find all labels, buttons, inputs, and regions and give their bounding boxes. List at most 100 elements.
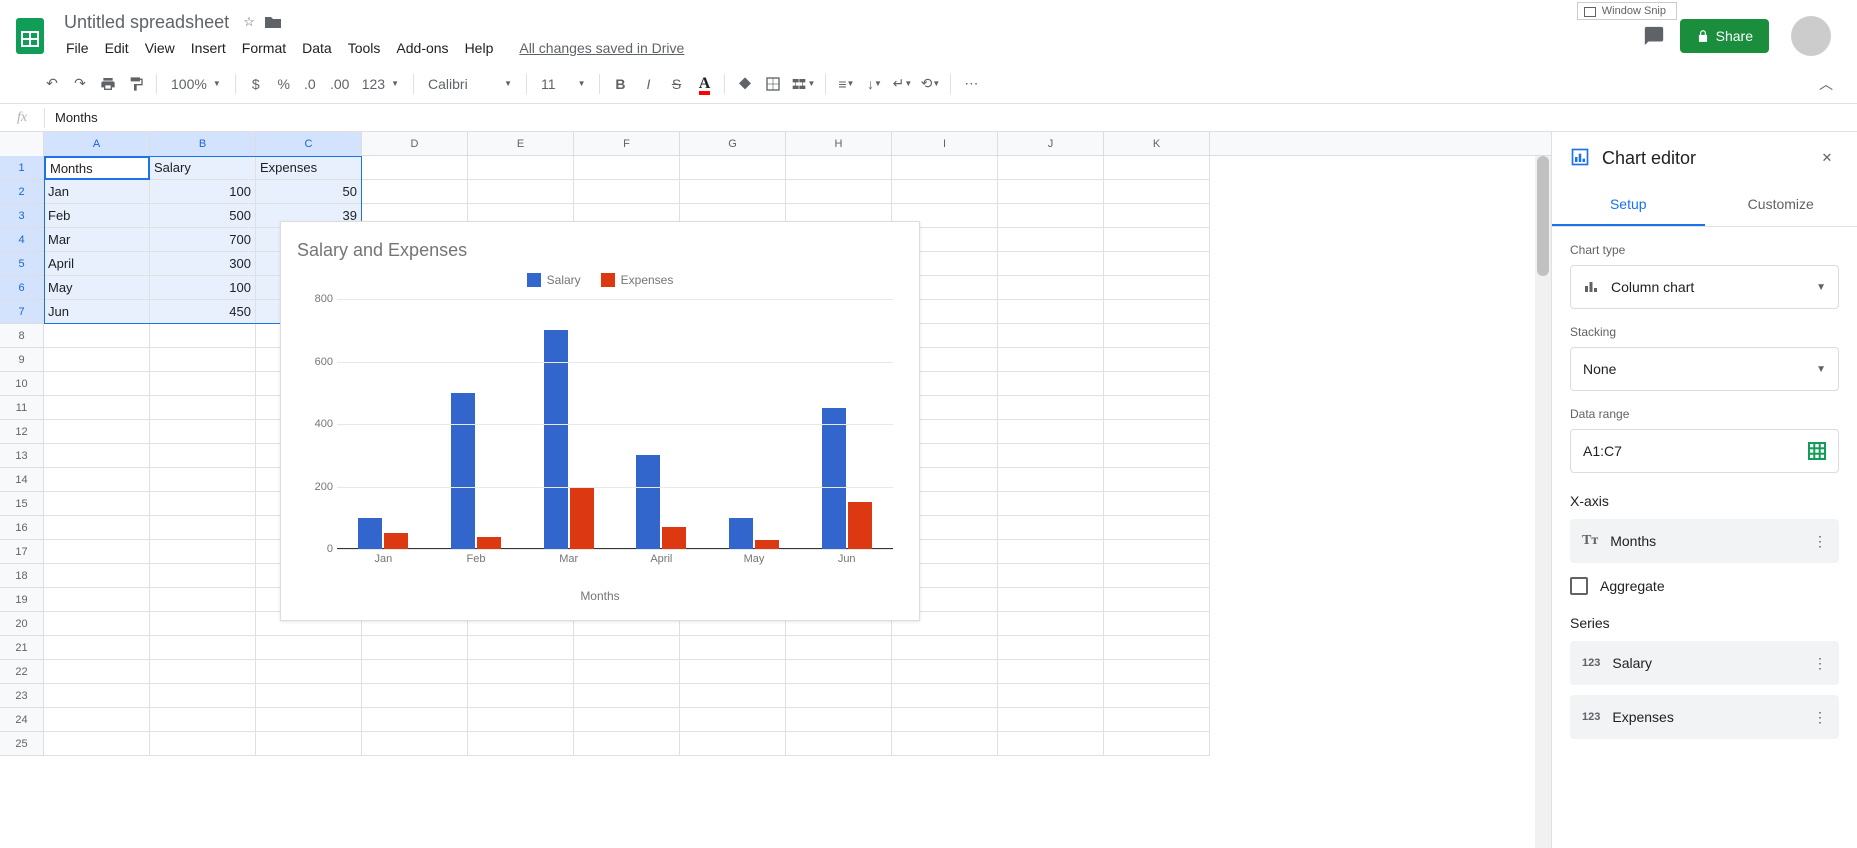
cell[interactable] [998, 228, 1104, 252]
row-header[interactable]: 21 [0, 636, 44, 660]
cell[interactable] [150, 324, 256, 348]
cell[interactable]: May [44, 276, 150, 300]
cell[interactable]: 50 [256, 180, 362, 204]
menu-format[interactable]: Format [234, 36, 294, 60]
row-header[interactable]: 7 [0, 300, 44, 324]
cell[interactable] [150, 564, 256, 588]
cell[interactable] [44, 612, 150, 636]
cell[interactable]: Months [44, 156, 150, 180]
more-options-icon[interactable]: ⋮ [1813, 533, 1827, 550]
cell[interactable] [150, 468, 256, 492]
cell[interactable] [1104, 540, 1210, 564]
cell[interactable] [468, 684, 574, 708]
tab-setup[interactable]: Setup [1552, 184, 1705, 226]
cell[interactable] [150, 348, 256, 372]
paint-format-button[interactable] [122, 70, 150, 98]
cell[interactable] [998, 660, 1104, 684]
cell[interactable] [1104, 492, 1210, 516]
cell[interactable] [1104, 300, 1210, 324]
series-chip-salary[interactable]: 123 Salary ⋮ [1570, 641, 1839, 685]
cell[interactable] [150, 420, 256, 444]
print-button[interactable] [94, 70, 122, 98]
cell[interactable] [44, 348, 150, 372]
cell[interactable] [998, 396, 1104, 420]
cell[interactable] [998, 612, 1104, 636]
cell[interactable]: 100 [150, 276, 256, 300]
col-header[interactable]: E [468, 132, 574, 156]
decrease-decimal-button[interactable]: .0 [298, 70, 326, 98]
cell[interactable] [574, 708, 680, 732]
cell[interactable] [44, 372, 150, 396]
cell[interactable] [680, 660, 786, 684]
row-header[interactable]: 12 [0, 420, 44, 444]
row-header[interactable]: 23 [0, 684, 44, 708]
col-header[interactable]: K [1104, 132, 1210, 156]
cell[interactable] [680, 708, 786, 732]
cell[interactable] [44, 492, 150, 516]
cell[interactable] [150, 540, 256, 564]
series-chip-expenses[interactable]: 123 Expenses ⋮ [1570, 695, 1839, 739]
cell[interactable] [44, 540, 150, 564]
vertical-scrollbar[interactable] [1535, 156, 1551, 848]
row-header[interactable]: 6 [0, 276, 44, 300]
rotate-button[interactable]: ⟲▼ [916, 70, 944, 98]
cell[interactable] [892, 684, 998, 708]
cell[interactable] [998, 492, 1104, 516]
menu-addons[interactable]: Add-ons [388, 36, 456, 60]
cell[interactable]: Jun [44, 300, 150, 324]
cell[interactable] [44, 684, 150, 708]
cell[interactable] [680, 636, 786, 660]
star-icon[interactable]: ☆ [239, 12, 259, 32]
cell[interactable] [998, 732, 1104, 756]
cell[interactable] [998, 636, 1104, 660]
cell[interactable] [468, 732, 574, 756]
cell[interactable] [1104, 348, 1210, 372]
cell[interactable] [44, 516, 150, 540]
cell[interactable] [998, 516, 1104, 540]
cell[interactable] [892, 180, 998, 204]
col-header[interactable]: J [998, 132, 1104, 156]
account-avatar[interactable] [1791, 16, 1831, 56]
cell[interactable] [998, 564, 1104, 588]
cell[interactable] [1104, 228, 1210, 252]
cell[interactable] [150, 372, 256, 396]
redo-button[interactable]: ↷ [66, 70, 94, 98]
cell[interactable] [998, 204, 1104, 228]
col-header[interactable]: A [44, 132, 150, 156]
select-all-corner[interactable] [0, 132, 44, 156]
stacking-selector[interactable]: None ▼ [1570, 347, 1839, 391]
cell[interactable] [256, 708, 362, 732]
cell[interactable] [1104, 444, 1210, 468]
row-header[interactable]: 24 [0, 708, 44, 732]
currency-button[interactable]: $ [242, 70, 270, 98]
cell[interactable] [362, 684, 468, 708]
row-header[interactable]: 25 [0, 732, 44, 756]
borders-button[interactable] [759, 70, 787, 98]
cell[interactable] [150, 444, 256, 468]
cell[interactable]: 450 [150, 300, 256, 324]
menu-view[interactable]: View [137, 36, 183, 60]
cell[interactable] [892, 660, 998, 684]
menu-tools[interactable]: Tools [340, 36, 389, 60]
text-color-button[interactable]: A [690, 70, 718, 98]
cell[interactable]: 300 [150, 252, 256, 276]
wrap-button[interactable]: ↵▼ [888, 70, 916, 98]
tab-customize[interactable]: Customize [1705, 184, 1857, 226]
row-header[interactable]: 11 [0, 396, 44, 420]
col-header[interactable]: H [786, 132, 892, 156]
merge-button[interactable]: ▼ [787, 70, 819, 98]
menu-file[interactable]: File [58, 36, 97, 60]
row-header[interactable]: 18 [0, 564, 44, 588]
row-header[interactable]: 19 [0, 588, 44, 612]
cell[interactable] [1104, 732, 1210, 756]
number-format-selector[interactable]: 123▼ [354, 76, 407, 92]
cell[interactable] [998, 180, 1104, 204]
cell[interactable] [786, 156, 892, 180]
cell[interactable]: Jan [44, 180, 150, 204]
cell[interactable] [786, 684, 892, 708]
save-status[interactable]: All changes saved in Drive [511, 36, 692, 60]
col-header[interactable]: D [362, 132, 468, 156]
cell[interactable] [680, 180, 786, 204]
cell[interactable] [680, 156, 786, 180]
cell[interactable] [892, 732, 998, 756]
